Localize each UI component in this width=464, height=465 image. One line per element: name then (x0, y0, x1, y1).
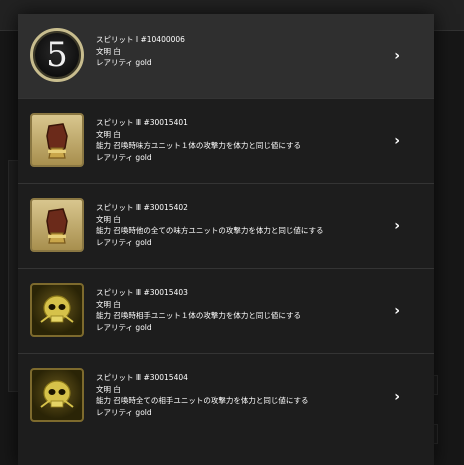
spirit-title: スピリット Ⅲ #30015402 (96, 203, 188, 212)
chevron-right-icon: › (394, 388, 400, 405)
spirit-option[interactable]: スピリット Ⅲ #30015404 文明 白 能力 召喚時全ての相手ユニットの攻… (18, 354, 434, 439)
chevron-right-icon: › (394, 218, 400, 234)
glowing-skull-icon (30, 368, 84, 422)
spirit-rarity: レアリティ gold (96, 322, 152, 332)
spirit-option[interactable]: 5 スピリット Ⅰ #10400006 文明 白 レアリティ gold › (18, 14, 434, 99)
spirit-rarity: レアリティ gold (96, 152, 152, 162)
golden-gauntlet-icon (30, 198, 84, 252)
chevron-right-icon: › (394, 303, 400, 319)
spirit-civilization: 文明 白 (96, 129, 121, 139)
spirit-rarity: レアリティ gold (96, 407, 152, 417)
spirit-option-info: スピリット Ⅲ #30015403 文明 白 能力 召喚時相手ユニット１体の攻撃… (96, 287, 396, 333)
spirit-select-dropdown: 5 スピリット Ⅰ #10400006 文明 白 レアリティ gold › スピ… (18, 14, 434, 465)
spirit-option[interactable]: スピリット Ⅲ #30015401 文明 白 能力 召喚時味方ユニット１体の攻撃… (18, 99, 434, 184)
spirit-civilization: 文明 白 (96, 214, 121, 224)
spirit-rarity: レアリティ gold (96, 237, 152, 247)
spirit-option[interactable]: スピリット Ⅲ #30015402 文明 白 能力 召喚時他の全ての味方ユニット… (18, 184, 434, 269)
glowing-skull-icon (30, 283, 84, 337)
spirit-civilization: 文明 白 (96, 46, 121, 56)
golden-gauntlet-icon (30, 113, 84, 167)
spirit-ability: 能力 召喚時他の全ての味方ユニットの攻撃力を体力と同じ値にする (96, 226, 324, 235)
spirit-rarity: レアリティ gold (96, 58, 152, 67)
spirit-ability: 能力 召喚時味方ユニット１体の攻撃力を体力と同じ値にする (96, 141, 301, 150)
spirit-option-info: スピリット Ⅰ #10400006 文明 白 レアリティ gold (96, 34, 396, 69)
spirit-ability: 能力 召喚時相手ユニット１体の攻撃力を体力と同じ値にする (96, 311, 301, 320)
spirit-option[interactable]: スピリット Ⅲ #30015403 文明 白 能力 召喚時相手ユニット１体の攻撃… (18, 269, 434, 354)
spirit-option-info: スピリット Ⅲ #30015401 文明 白 能力 召喚時味方ユニット１体の攻撃… (96, 117, 396, 163)
spirit-civilization: 文明 白 (96, 299, 121, 309)
spirit-option-info: スピリット Ⅲ #30015402 文明 白 能力 召喚時他の全ての味方ユニット… (96, 202, 396, 248)
spirit-title: スピリット Ⅲ #30015401 (96, 118, 188, 127)
spirit-ability: 能力 召喚時全ての相手ユニットの攻撃力を体力と同じ値にする (96, 396, 309, 405)
chevron-right-icon: › (394, 133, 400, 149)
spirit-number-badge: 5 (46, 35, 68, 75)
spirit-title: スピリット Ⅲ #30015403 (96, 288, 188, 297)
spirit-title: スピリット Ⅰ #10400006 (96, 35, 185, 44)
chevron-right-icon: › (394, 48, 400, 64)
spirit-number-5-icon: 5 (30, 28, 84, 82)
spirit-title: スピリット Ⅲ #30015404 (96, 373, 188, 382)
spirit-civilization: 文明 白 (96, 384, 121, 394)
spirit-option-info: スピリット Ⅲ #30015404 文明 白 能力 召喚時全ての相手ユニットの攻… (96, 372, 396, 418)
